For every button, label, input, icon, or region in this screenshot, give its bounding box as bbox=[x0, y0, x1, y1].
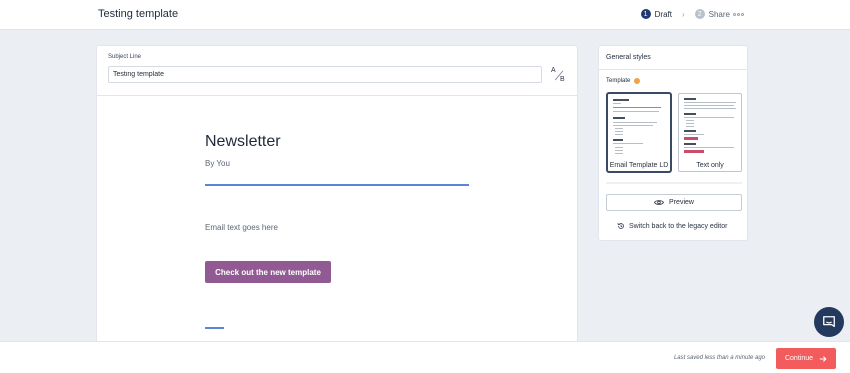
email-body-text[interactable]: Email text goes here bbox=[205, 223, 278, 232]
history-icon bbox=[617, 222, 624, 229]
status-dot-icon bbox=[634, 78, 641, 84]
template-preview-image bbox=[611, 97, 667, 159]
panel-header: General styles bbox=[599, 46, 747, 70]
legacy-editor-label: Switch back to the legacy editor bbox=[629, 222, 728, 230]
subject-line-label: Subject Line bbox=[108, 54, 142, 60]
step-number: 1 bbox=[640, 9, 651, 19]
step-indicator: 1 Draft › 2 Share bbox=[640, 9, 730, 19]
page-title: Testing template bbox=[98, 8, 179, 20]
cta-button[interactable]: Check out the new template bbox=[205, 261, 331, 283]
eye-icon bbox=[654, 200, 665, 205]
bottom-bar: Last saved less than a minute ago Contin… bbox=[0, 341, 850, 373]
step-label: Share bbox=[708, 9, 730, 19]
chat-icon bbox=[823, 316, 835, 328]
legacy-editor-link[interactable]: Switch back to the legacy editor bbox=[617, 222, 727, 230]
chat-launcher-button[interactable] bbox=[814, 307, 844, 337]
template-caption: Text only bbox=[696, 162, 724, 169]
ab-b-label: B bbox=[560, 76, 565, 83]
email-editor: Subject Line A B Newsletter By You Email… bbox=[96, 45, 578, 345]
last-saved-status: Last saved less than a minute ago bbox=[673, 355, 765, 361]
top-bar: Testing template 1 Draft › 2 Share bbox=[0, 0, 850, 30]
general-styles-panel: General styles Template Email Template L… bbox=[598, 45, 748, 241]
footer-divider bbox=[205, 327, 224, 329]
ab-a-label: A bbox=[551, 67, 556, 74]
ab-test-toggle[interactable]: A B bbox=[551, 67, 567, 84]
template-label: Template bbox=[606, 78, 631, 84]
preview-button[interactable]: Preview bbox=[606, 194, 742, 211]
step-number: 2 bbox=[694, 9, 705, 19]
step-label: Draft bbox=[654, 9, 672, 19]
template-option-text-only[interactable]: Text only bbox=[678, 93, 742, 172]
newsletter-divider bbox=[205, 184, 469, 186]
continue-label: Continue bbox=[784, 355, 814, 362]
more-options-icon[interactable] bbox=[733, 13, 744, 16]
step-draft[interactable]: 1 Draft bbox=[640, 9, 672, 19]
subject-line-section: Subject Line A B bbox=[97, 46, 577, 96]
continue-button[interactable]: Continue bbox=[776, 348, 836, 369]
chevron-right-icon: › bbox=[681, 9, 685, 19]
arrow-right-icon bbox=[819, 355, 827, 362]
newsletter-byline[interactable]: By You bbox=[205, 159, 230, 168]
subject-line-input[interactable] bbox=[108, 66, 542, 83]
template-preview-image bbox=[682, 97, 738, 159]
preview-label: Preview bbox=[669, 199, 694, 206]
template-label-row: Template bbox=[606, 78, 641, 84]
step-share[interactable]: 2 Share bbox=[694, 9, 730, 19]
panel-divider bbox=[606, 182, 742, 184]
newsletter-title[interactable]: Newsletter bbox=[205, 133, 281, 151]
template-caption: Email Template LD bbox=[609, 162, 669, 169]
template-option-email-template-ld[interactable]: Email Template LD bbox=[607, 93, 671, 172]
